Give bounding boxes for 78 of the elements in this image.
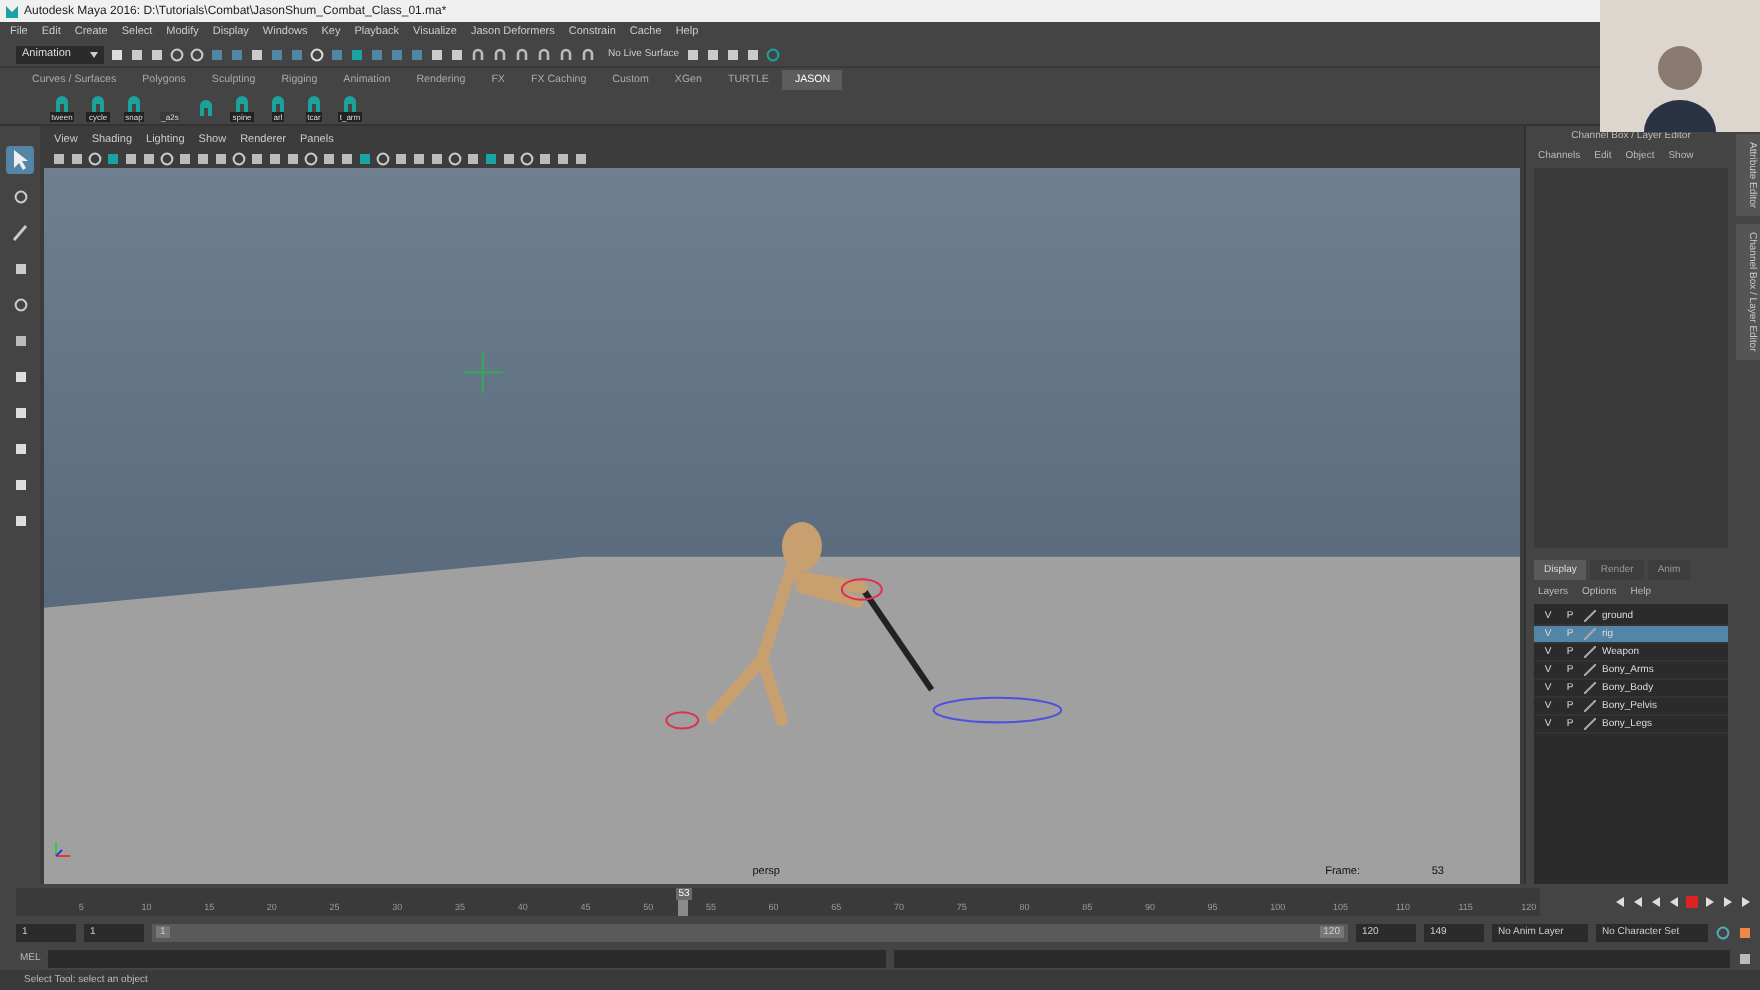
shelf-tool-icon[interactable]: [270, 95, 286, 111]
square-icon[interactable]: [13, 333, 27, 347]
square-icon[interactable]: [350, 47, 364, 61]
square-icon[interactable]: [322, 151, 336, 165]
square-icon[interactable]: [250, 47, 264, 61]
square-icon[interactable]: [358, 151, 372, 165]
square-icon[interactable]: [466, 151, 480, 165]
swatch-icon: [1584, 628, 1596, 640]
circle-icon[interactable]: [448, 151, 462, 165]
circle-icon[interactable]: [170, 47, 184, 61]
square-icon[interactable]: [196, 151, 210, 165]
circle-icon[interactable]: [232, 151, 246, 165]
swatch-icon: [1584, 610, 1596, 622]
circle-icon[interactable]: [376, 151, 390, 165]
circle-icon[interactable]: [1716, 925, 1730, 939]
square-icon[interactable]: [556, 151, 570, 165]
app-logo-icon: [6, 5, 18, 17]
square-icon[interactable]: [286, 151, 300, 165]
square-icon[interactable]: [178, 151, 192, 165]
square-icon[interactable]: [412, 151, 426, 165]
shelf-tool-icon[interactable]: [90, 95, 106, 111]
square-icon[interactable]: [394, 151, 408, 165]
axis-icon: [52, 840, 72, 860]
circle-icon[interactable]: [88, 151, 102, 165]
swatch-icon: [1584, 646, 1596, 658]
square-icon[interactable]: [538, 151, 552, 165]
square-icon[interactable]: [150, 47, 164, 61]
square-icon[interactable]: [685, 47, 700, 61]
square-icon[interactable]: [130, 47, 144, 61]
shelf-tool-icon[interactable]: [54, 95, 70, 111]
square-icon[interactable]: [52, 151, 66, 165]
square-icon[interactable]: [430, 151, 444, 165]
circle-icon[interactable]: [13, 189, 27, 203]
square-icon[interactable]: [13, 261, 27, 275]
shelf-tool-icon[interactable]: [342, 95, 358, 111]
shelf-tool-icon[interactable]: [198, 100, 214, 116]
square-icon[interactable]: [106, 151, 120, 165]
circle-icon[interactable]: [160, 151, 174, 165]
square-icon[interactable]: [574, 151, 588, 165]
square-icon[interactable]: [450, 47, 464, 61]
square-icon[interactable]: [250, 151, 264, 165]
shelf-tool-icon[interactable]: [306, 95, 322, 111]
square-icon[interactable]: [268, 151, 282, 165]
select-tool[interactable]: [6, 146, 34, 174]
circle-icon[interactable]: [765, 47, 780, 61]
square-icon[interactable]: [124, 151, 138, 165]
square-icon[interactable]: [484, 151, 498, 165]
square-icon[interactable]: [745, 47, 760, 61]
square-icon[interactable]: [13, 513, 27, 527]
square-icon[interactable]: [502, 151, 516, 165]
square-icon[interactable]: [1738, 951, 1752, 965]
square-icon[interactable]: [13, 441, 27, 455]
square-icon[interactable]: [13, 369, 27, 383]
caret-icon: [90, 51, 98, 57]
square-icon[interactable]: [214, 151, 228, 165]
swatch-icon: [1584, 700, 1596, 712]
square-icon[interactable]: [13, 405, 27, 419]
swatch-icon: [1584, 664, 1596, 676]
arrow-icon: [12, 150, 28, 170]
brush-icon: [11, 223, 29, 241]
square-icon[interactable]: [1738, 925, 1752, 939]
square-icon[interactable]: [340, 151, 354, 165]
circle-icon[interactable]: [13, 297, 27, 311]
swatch-icon: [1584, 682, 1596, 694]
square-icon[interactable]: [430, 47, 444, 61]
square-icon[interactable]: [110, 47, 124, 61]
circle-icon[interactable]: [520, 151, 534, 165]
square-icon[interactable]: [70, 151, 84, 165]
square-icon[interactable]: [13, 477, 27, 491]
square-icon[interactable]: [142, 151, 156, 165]
square-icon[interactable]: [705, 47, 720, 61]
shelf-tool-icon[interactable]: [234, 95, 250, 111]
shelf-tool-icon[interactable]: [126, 95, 142, 111]
circle-icon[interactable]: [190, 47, 204, 61]
command-input[interactable]: [48, 949, 886, 967]
circle-icon[interactable]: [304, 151, 318, 165]
swatch-icon: [1584, 718, 1596, 730]
square-icon[interactable]: [725, 47, 740, 61]
